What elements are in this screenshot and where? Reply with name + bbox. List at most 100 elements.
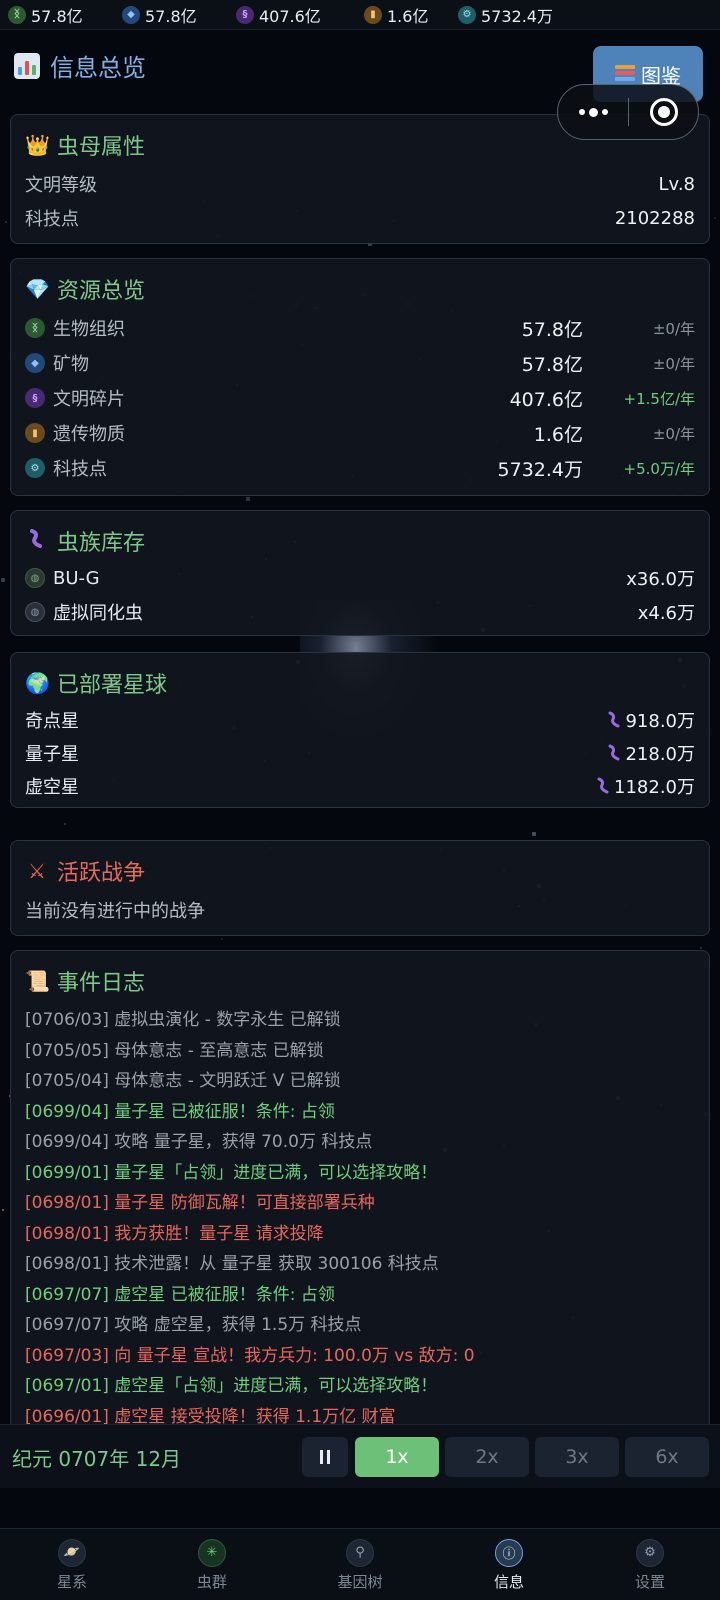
close-miniprogram-icon[interactable]	[629, 98, 698, 126]
active-war-title: ⚔ 活跃战争	[25, 855, 145, 887]
resources-overview-title-text: 资源总览	[57, 279, 146, 304]
queen-attributes-title-text: 虫母属性	[57, 135, 146, 160]
queen-row-tech-points: 科技点 2102288	[25, 205, 695, 231]
event-log-card[interactable]: 📜 事件日志 [0706/03] 虚拟虫演化 - 数字永生 已解锁 [0705/0…	[10, 950, 710, 1450]
resource-label: 生物组织	[53, 319, 125, 340]
nav-tab-label: 信息	[493, 1572, 524, 1591]
nav-tab-label: 星系	[56, 1572, 87, 1591]
bar-chart-icon	[14, 52, 40, 79]
deployed-planets-card: 🌍 已部署星球 奇点星 918.0万 量子星 218.0万 虚空星 1182.0…	[10, 652, 710, 808]
speed-3x-button[interactable]: 3x	[535, 1437, 619, 1477]
event-log-entry: [0697/01] 虚空星「占领」进度已满，可以选择攻略！	[25, 1376, 438, 1396]
war-empty-row: 当前没有进行中的战争	[25, 897, 695, 923]
queen-row-civ-level: 文明等级 Lv.8	[25, 171, 695, 197]
planet-unit-count-text: 218.0万	[625, 744, 695, 765]
event-log-entry: [0705/04] 母体意志 - 文明跃迁 V 已解锁	[25, 1071, 341, 1091]
planet-unit-count-text: 918.0万	[625, 711, 695, 732]
event-log-entry: [0696/01] 虚空星 接受投降！获得 1.1万亿 财富	[25, 1406, 396, 1427]
tech-points-value: 2102288	[614, 207, 695, 229]
bottom-navigation: 🪐 星系 ✳ 虫群 ⚲ 基因树 ⓘ 信息 ⚙ 设置	[0, 1528, 720, 1600]
nav-tab-gene-tree[interactable]: ⚲ 基因树	[288, 1529, 432, 1600]
swarm-inventory-title: 虫族库存	[25, 525, 145, 557]
resource-value: 57.8亿	[521, 318, 583, 341]
crown-icon: 👑	[25, 133, 50, 157]
settings-icon: ⚙	[636, 1538, 664, 1567]
resource-label: 文明碎片	[53, 389, 125, 410]
deployed-planets-title-text: 已部署星球	[57, 673, 168, 698]
pause-icon	[320, 1450, 330, 1464]
planet-name: 虚空星	[25, 777, 79, 798]
swarm-unit-label: 虚拟同化虫	[53, 603, 143, 624]
planet-row-singularity: 奇点星 918.0万	[25, 707, 695, 733]
resource-label: 矿物	[53, 354, 89, 375]
speed-label: 3x	[565, 1446, 589, 1468]
topbar-civ-fragment: § 407.6亿	[236, 3, 321, 27]
mineral-icon: ◆	[25, 353, 45, 373]
swarm-unit-count: x36.0万	[626, 569, 695, 590]
resource-rate: ±0/年	[652, 424, 695, 443]
speed-2x-button[interactable]: 2x	[445, 1437, 529, 1477]
pause-button[interactable]	[302, 1437, 348, 1477]
swarm-inventory-card: 虫族库存 ◍ BU-G x36.0万 ◍ 虚拟同化虫 x4.6万	[10, 510, 710, 636]
galaxy-icon: 🪐	[58, 1538, 86, 1567]
resource-rate: ±0/年	[652, 319, 695, 338]
event-log-entry: [0698/01] 技术泄露！从 量子星 获取 300106 科技点	[25, 1254, 439, 1274]
event-log-entry: [0699/04] 攻略 量子星，获得 70.0万 科技点	[25, 1132, 373, 1152]
nav-tab-info[interactable]: ⓘ 信息	[437, 1529, 581, 1600]
books-icon	[615, 65, 635, 83]
page-header: 信息总览	[14, 48, 146, 83]
nav-tab-settings[interactable]: ⚙ 设置	[578, 1529, 720, 1600]
resource-row-mineral: ◆ 矿物 57.8亿 ±0/年	[25, 350, 695, 376]
topbar-gene-matter: ▮ 1.6亿	[364, 3, 428, 27]
swarm-icon: ✳	[198, 1538, 226, 1567]
gene-matter-icon: ▮	[25, 423, 45, 443]
gene-matter-icon: ▮	[364, 5, 382, 24]
worm-icon	[597, 777, 609, 794]
bio-tissue-icon: ᛝ	[8, 5, 26, 24]
planet-name: 奇点星	[25, 711, 79, 732]
nav-tab-galaxy[interactable]: 🪐 星系	[0, 1529, 144, 1600]
swarm-unit-count: x4.6万	[637, 603, 695, 624]
bu-g-unit-icon: ◍	[25, 568, 45, 588]
active-war-card: ⚔ 活跃战争 当前没有进行中的战争	[10, 840, 710, 936]
planet-unit-count: 918.0万	[607, 707, 695, 733]
speed-6x-button[interactable]: 6x	[625, 1437, 709, 1477]
nav-tab-swarm[interactable]: ✳ 虫群	[140, 1529, 284, 1600]
topbar-civ-fragment-value: 407.6亿	[259, 6, 321, 26]
game-date: 纪元 0707年 12月	[12, 1447, 182, 1471]
topbar-gene-matter-value: 1.6亿	[387, 6, 429, 26]
event-log-entry: [0698/01] 我方获胜！量子星 请求投降	[25, 1223, 324, 1244]
resource-rate: ±0/年	[652, 354, 695, 373]
planet-unit-count-text: 1182.0万	[614, 777, 695, 798]
topbar-tech-point-value: 5732.4万	[481, 6, 553, 26]
event-log-entry: [0698/01] 量子星 防御瓦解！可直接部署兵种	[25, 1193, 375, 1213]
miniprogram-capsule	[557, 84, 699, 140]
virtual-bug-icon: ◍	[25, 602, 45, 622]
speed-1x-button[interactable]: 1x	[355, 1437, 439, 1477]
gem-icon: 💎	[25, 277, 50, 301]
more-menu-icon[interactable]	[558, 107, 628, 117]
bio-tissue-icon: ᛝ	[25, 318, 45, 338]
scroll-icon: 📜	[25, 969, 50, 993]
nav-tab-label: 设置	[634, 1572, 665, 1591]
gene-tree-icon: ⚲	[346, 1538, 374, 1567]
event-log-entry: [0697/03] 向 量子星 宣战！我方兵力: 100.0万 vs 敌方: 0	[25, 1345, 475, 1366]
planet-unit-count: 1182.0万	[596, 773, 695, 799]
event-log-entry: [0699/01] 量子星「占领」进度已满，可以选择攻略！	[25, 1162, 438, 1183]
speed-label: 2x	[475, 1446, 499, 1468]
speed-label: 1x	[385, 1446, 409, 1468]
resource-rate: +1.5亿/年	[623, 389, 695, 408]
topbar-mineral-value: 57.8亿	[145, 6, 197, 26]
tech-point-icon: ⚙	[458, 5, 476, 24]
civ-fragment-icon: §	[236, 5, 254, 24]
mineral-icon: ◆	[122, 5, 140, 24]
swarm-row-bug: ◍ BU-G x36.0万	[25, 565, 695, 591]
speed-label: 6x	[655, 1446, 679, 1468]
resource-row-civ-fragment: § 文明碎片 407.6亿 +1.5亿/年	[25, 385, 695, 411]
worm-icon	[608, 711, 620, 728]
resource-label: 科技点	[53, 459, 107, 480]
planet-row-quantum: 量子星 218.0万	[25, 740, 695, 766]
resource-value: 407.6亿	[509, 388, 583, 411]
swarm-inventory-title-text: 虫族库存	[57, 531, 146, 556]
resource-value: 57.8亿	[521, 353, 583, 376]
